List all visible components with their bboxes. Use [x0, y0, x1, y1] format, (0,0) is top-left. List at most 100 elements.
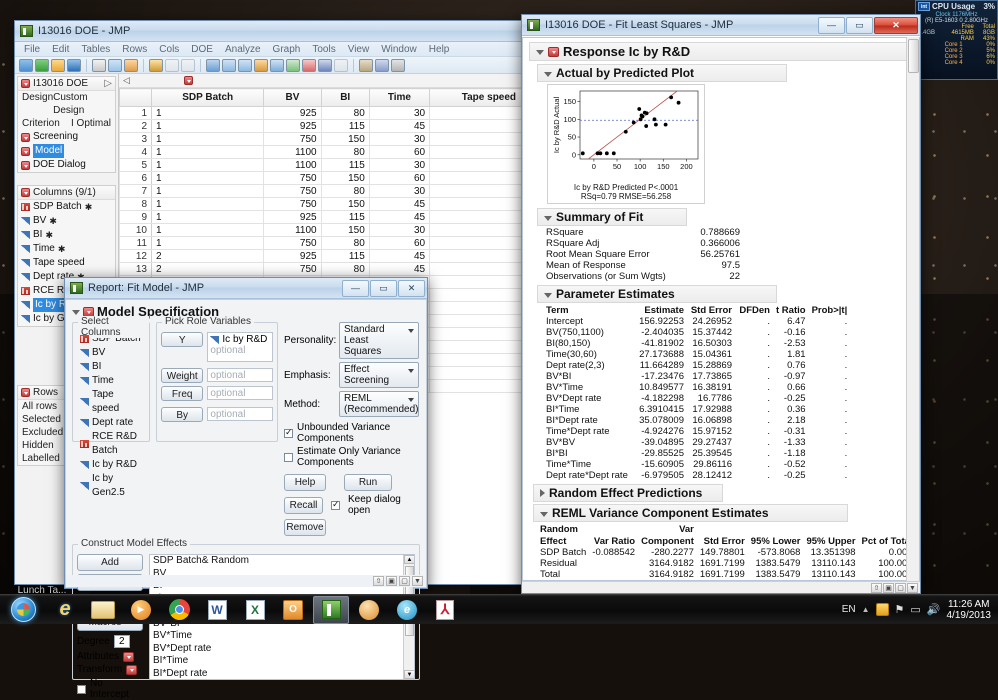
disclosure-triangle-icon[interactable]	[536, 50, 544, 55]
distribution-icon[interactable]	[206, 58, 220, 72]
row-number[interactable]: 7	[119, 184, 152, 198]
row-number[interactable]: 1	[119, 106, 152, 120]
disclosure-red-icon[interactable]	[21, 132, 30, 142]
attributes-menu-icon[interactable]	[123, 651, 135, 662]
cpu-usage-gadget[interactable]: int CPU Usage 3% Clock 1176MHz (R) E5-16…	[915, 0, 998, 80]
disclosure-red-icon[interactable]	[21, 388, 30, 397]
select-column-rce-r-d-batch[interactable]: RCE R&D Batch	[77, 430, 145, 458]
role-by-button[interactable]: By	[161, 407, 204, 422]
scroll-page-button[interactable]: ▣	[386, 576, 397, 586]
clock-widget[interactable]: 11:26 AM 4/19/2013	[947, 599, 992, 621]
save-icon[interactable]	[67, 58, 81, 72]
taskbar-media-player[interactable]: ▶	[123, 596, 159, 624]
recall-button[interactable]: Recall	[284, 496, 323, 514]
role-y-button[interactable]: Y	[161, 332, 204, 347]
menu-file[interactable]: File	[18, 44, 46, 55]
show-hidden-icons-button[interactable]: ▲	[862, 605, 870, 614]
table-panel-title[interactable]: I13016 DOE ▷	[18, 77, 115, 91]
cell-sdp-batch[interactable]: 1	[150, 119, 265, 133]
cell-sdp-batch[interactable]: 1	[150, 210, 265, 224]
role-freq-list[interactable]: optional numeric	[207, 386, 273, 400]
cell-value[interactable]: 150	[320, 197, 370, 211]
red-triangle-menu-icon[interactable]	[548, 46, 559, 57]
scroll-menu-button[interactable]: ▼	[907, 582, 918, 593]
report-body[interactable]: Response Ic by R&D Actual by Predicted P…	[522, 37, 920, 581]
report-horizontal-scrollbar[interactable]: ⇧ ▣ ▢ ▼	[522, 581, 920, 593]
network-icon[interactable]: ⚑	[895, 603, 905, 616]
cell-value[interactable]: 80	[320, 236, 370, 250]
cell-value[interactable]: 750	[263, 184, 322, 198]
taskbar-google-chrome[interactable]	[161, 596, 197, 624]
model-effect-item[interactable]: BV*Time	[153, 630, 411, 643]
scroll-box-button[interactable]: ▢	[399, 576, 410, 586]
column-item-bi[interactable]: BI ✱	[18, 228, 115, 242]
new-data-table-icon[interactable]	[19, 58, 33, 72]
copy-icon[interactable]	[108, 58, 122, 72]
cell-value[interactable]: 925	[263, 249, 322, 263]
cell-value[interactable]: 925	[263, 106, 322, 120]
keep-dialog-open-checkbox[interactable]	[331, 499, 340, 510]
cell-value[interactable]: 45	[368, 262, 431, 276]
minimize-button[interactable]: —	[818, 16, 845, 34]
cell-value[interactable]: 150	[320, 132, 370, 146]
model-effect-item[interactable]: BV*Dept rate	[153, 643, 411, 656]
taskbar-microsoft-excel[interactable]: X	[237, 596, 273, 624]
minimize-button[interactable]: —	[342, 279, 369, 297]
cell-value[interactable]: 45	[368, 249, 431, 263]
cell-value[interactable]: 80	[320, 145, 370, 159]
cell-value[interactable]: 80	[320, 184, 370, 198]
estimate-only-variance-row[interactable]: Estimate Only Variance Components	[284, 446, 420, 468]
script-node-doe-dialog[interactable]: DOE Dialog	[18, 158, 115, 172]
fit-model-dialog[interactable]: Report: Fit Model - JMP — ▭ ✕ Model Spec…	[64, 277, 428, 700]
cell-value[interactable]: 60	[368, 236, 431, 250]
select-column-time[interactable]: Time	[77, 374, 145, 388]
overlay-plot-icon[interactable]	[270, 58, 284, 72]
disclosure-triangle-icon[interactable]	[544, 71, 552, 77]
scroll-home-button[interactable]: ⇧	[373, 576, 384, 586]
row-number[interactable]: 11	[119, 236, 152, 250]
actual-by-predicted-plot[interactable]: 0 50 100 150 200 0 50 100 150 Ic by R&D Actual Ic…	[547, 84, 705, 204]
taskbar-adobe-reader[interactable]: ⅄	[427, 596, 463, 624]
cell-sdp-batch[interactable]: 1	[150, 223, 265, 237]
chevron-right-icon[interactable]: ▷	[104, 78, 112, 89]
model-effect-item[interactable]: BI*Time	[153, 655, 411, 668]
row-number[interactable]: 13	[119, 262, 152, 276]
select-column-dept-rate[interactable]: Dept rate	[77, 416, 145, 430]
no-intercept-checkbox[interactable]	[77, 684, 86, 694]
cell-value[interactable]: 115	[320, 210, 370, 224]
report-window-buttons[interactable]: — ▭ ✕	[817, 16, 918, 34]
cell-value[interactable]: 150	[320, 171, 370, 185]
system-tray[interactable]: EN ▲ ⚑ ▭ 🔊 11:26 AM 4/19/2013	[842, 599, 998, 621]
taskbar-internet-explorer[interactable]: e	[47, 596, 83, 624]
reml-variance-header[interactable]: REML Variance Component Estimates	[533, 504, 848, 522]
select-column-ic-by-gen2-5[interactable]: Ic by Gen2.5	[77, 472, 145, 500]
cell-value[interactable]: 115	[320, 249, 370, 263]
disclosure-red-icon[interactable]	[21, 188, 30, 197]
scroll-down-button[interactable]: ▼	[404, 670, 414, 679]
help-button[interactable]: Help	[284, 474, 326, 491]
scroll-home-button[interactable]: ⇧	[871, 582, 882, 593]
menu-view[interactable]: View	[342, 44, 376, 55]
grid-nav-left-icon[interactable]: ◁	[123, 75, 130, 86]
maximize-button[interactable]: ▭	[846, 16, 873, 34]
menu-edit[interactable]: Edit	[46, 44, 75, 55]
summary-of-fit-header[interactable]: Summary of Fit	[537, 208, 687, 226]
attributes-row[interactable]: Attributes	[77, 651, 143, 662]
cell-sdp-batch[interactable]: 1	[150, 236, 265, 250]
cell-sdp-batch[interactable]: 2	[150, 262, 265, 276]
battery-icon[interactable]: ▭	[910, 603, 920, 616]
taskbar-jmp[interactable]	[313, 595, 349, 624]
cell-value[interactable]: 750	[263, 197, 322, 211]
action-center-icon[interactable]	[875, 603, 889, 616]
no-intercept-row[interactable]: No Intercept	[77, 678, 143, 700]
cell-value[interactable]: 115	[320, 119, 370, 133]
open-recent-icon[interactable]	[35, 58, 49, 72]
taskbar-windows-explorer[interactable]	[85, 596, 121, 624]
personality-select[interactable]: Standard Least Squares	[339, 322, 419, 359]
columns-panel-title[interactable]: Columns (9/1)	[18, 186, 115, 200]
fit-least-squares-report-window[interactable]: I13016 DOE - Fit Least Squares - JMP — ▭…	[521, 14, 921, 594]
add-effect-button[interactable]: Add	[77, 554, 143, 571]
parameter-estimates-header[interactable]: Parameter Estimates	[537, 285, 777, 303]
disclosure-triangle-icon[interactable]	[540, 511, 548, 517]
role-y-list[interactable]: Ic by R&D optional	[207, 332, 273, 362]
